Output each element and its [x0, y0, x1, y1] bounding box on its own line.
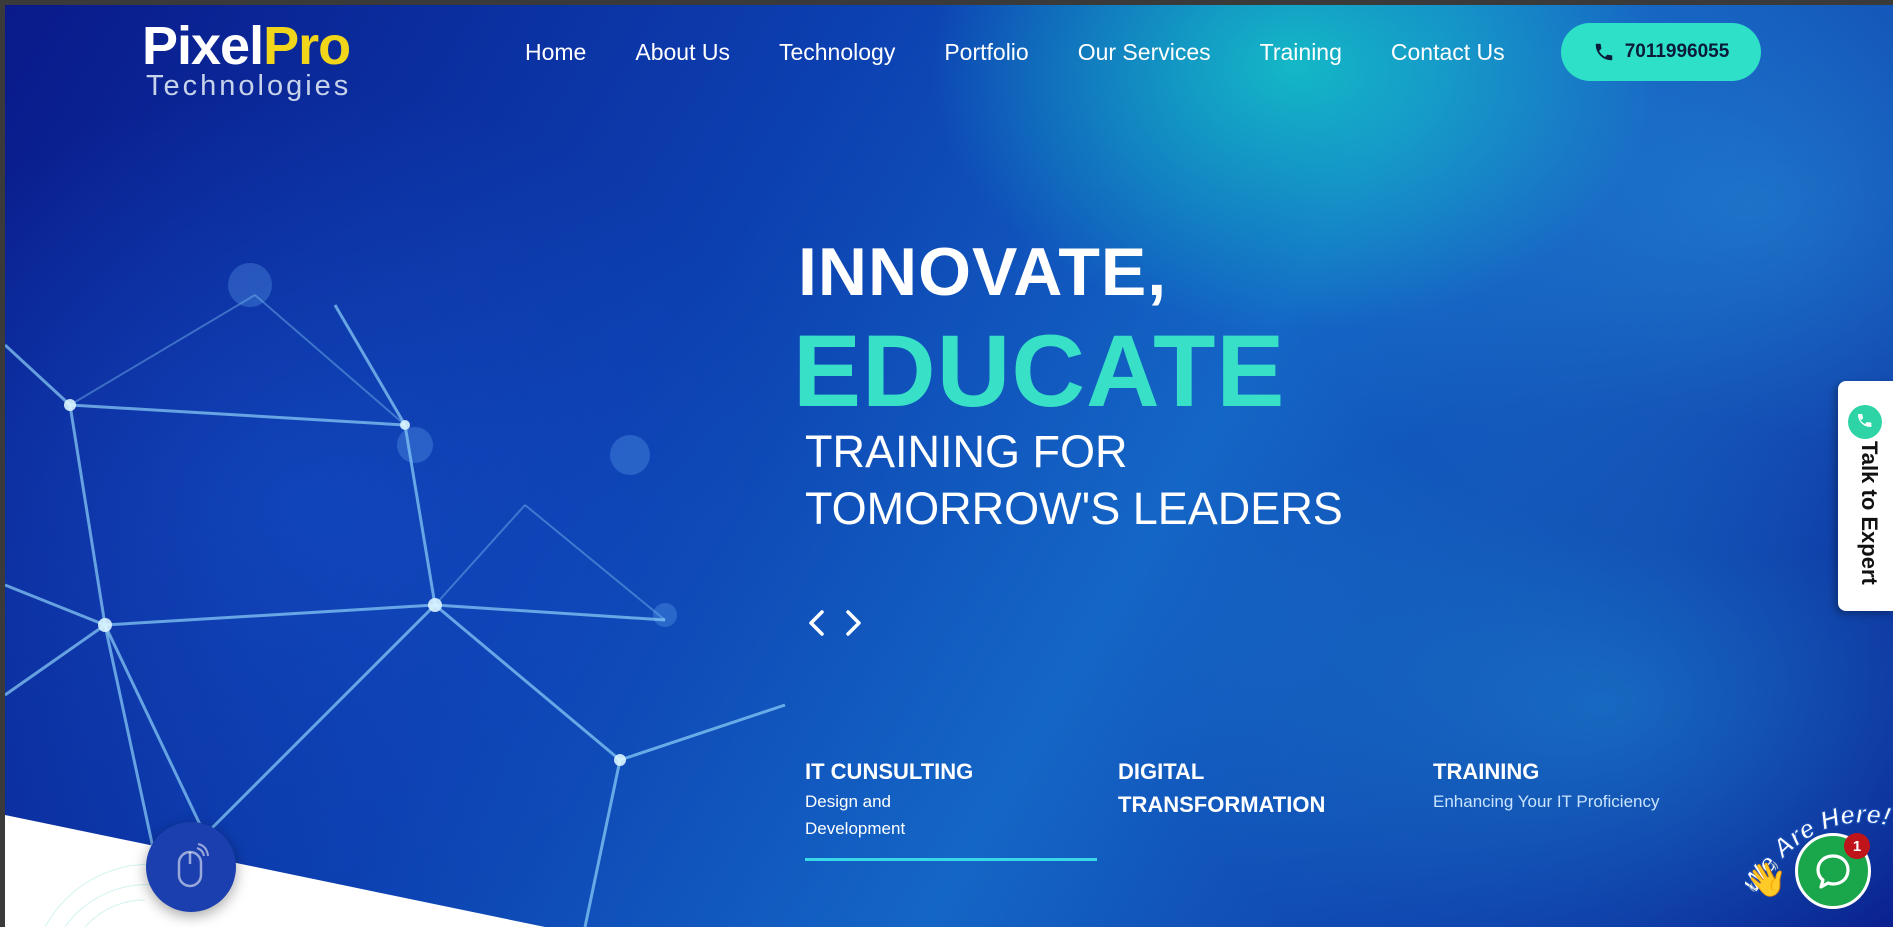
chat-bubble-icon — [1816, 854, 1850, 889]
nav-portfolio[interactable]: Portfolio — [944, 39, 1028, 66]
service-title: TRAINING — [1433, 759, 1540, 784]
phone-icon — [1595, 43, 1612, 61]
service-training[interactable]: TRAINING Enhancing Your IT Proficiency — [1433, 755, 1733, 815]
scroll-down-button[interactable] — [146, 822, 236, 912]
service-title: DIGITAL — [1118, 759, 1205, 784]
hero-tagline-line-1: TRAINING FOR — [805, 426, 1128, 477]
hero-headline-1: INNOVATE, — [798, 234, 1168, 310]
slider-prev-button[interactable] — [805, 608, 829, 638]
service-it-consulting[interactable]: IT CUNSULTING Design and Development — [805, 755, 1095, 842]
hero-tagline-line-2: TOMORROW'S LEADERS — [805, 483, 1343, 534]
talk-to-expert-tab[interactable]: Talk to Expert — [1838, 381, 1893, 611]
phone-button[interactable]: 7011996055 — [1561, 23, 1761, 81]
logo-subtitle: Technologies — [146, 70, 352, 102]
hero-tagline: TRAINING FOR TOMORROW'S LEADERS — [805, 423, 1343, 537]
nav-our-services[interactable]: Our Services — [1078, 39, 1211, 66]
nav-training[interactable]: Training — [1260, 39, 1342, 66]
phone-circle-icon — [1848, 405, 1882, 439]
service-subtitle: Development — [805, 819, 906, 838]
talk-to-expert-label: Talk to Expert — [1857, 441, 1882, 585]
hero-headline-2: EDUCATE — [793, 314, 1286, 428]
nav-about-us[interactable]: About Us — [635, 39, 730, 66]
service-title: IT CUNSULTING — [805, 759, 974, 784]
active-service-indicator — [805, 858, 1097, 861]
mouse-icon — [177, 843, 209, 888]
service-subtitle: Enhancing Your IT Proficiency — [1433, 792, 1660, 811]
slider-next-button[interactable] — [841, 608, 865, 638]
nav-technology[interactable]: Technology — [779, 39, 895, 66]
chevron-left-icon — [809, 610, 824, 636]
logo-part-pixel: Pixel — [142, 16, 264, 76]
phone-number: 7011996055 — [1624, 41, 1730, 62]
service-title: TRANSFORMATION — [1118, 792, 1326, 817]
chevron-right-icon — [846, 610, 861, 636]
hero-frame: PixelPro Technologies Home About Us Tech… — [5, 5, 1893, 927]
service-digital-transformation[interactable]: DIGITAL TRANSFORMATION — [1118, 755, 1378, 821]
nav-home[interactable]: Home — [525, 39, 586, 66]
service-subtitle: Design and — [805, 792, 892, 811]
chat-notification-badge: 1 — [1844, 833, 1870, 859]
main-nav: Home About Us Technology Portfolio Our S… — [525, 39, 1554, 66]
logo-wordmark: PixelPro — [142, 17, 382, 75]
wave-emoji: 👋 — [1745, 861, 1788, 899]
logo-part-pro: Pro — [263, 16, 351, 76]
nav-contact-us[interactable]: Contact Us — [1391, 39, 1505, 66]
brand-logo[interactable]: PixelPro Technologies — [142, 17, 382, 107]
